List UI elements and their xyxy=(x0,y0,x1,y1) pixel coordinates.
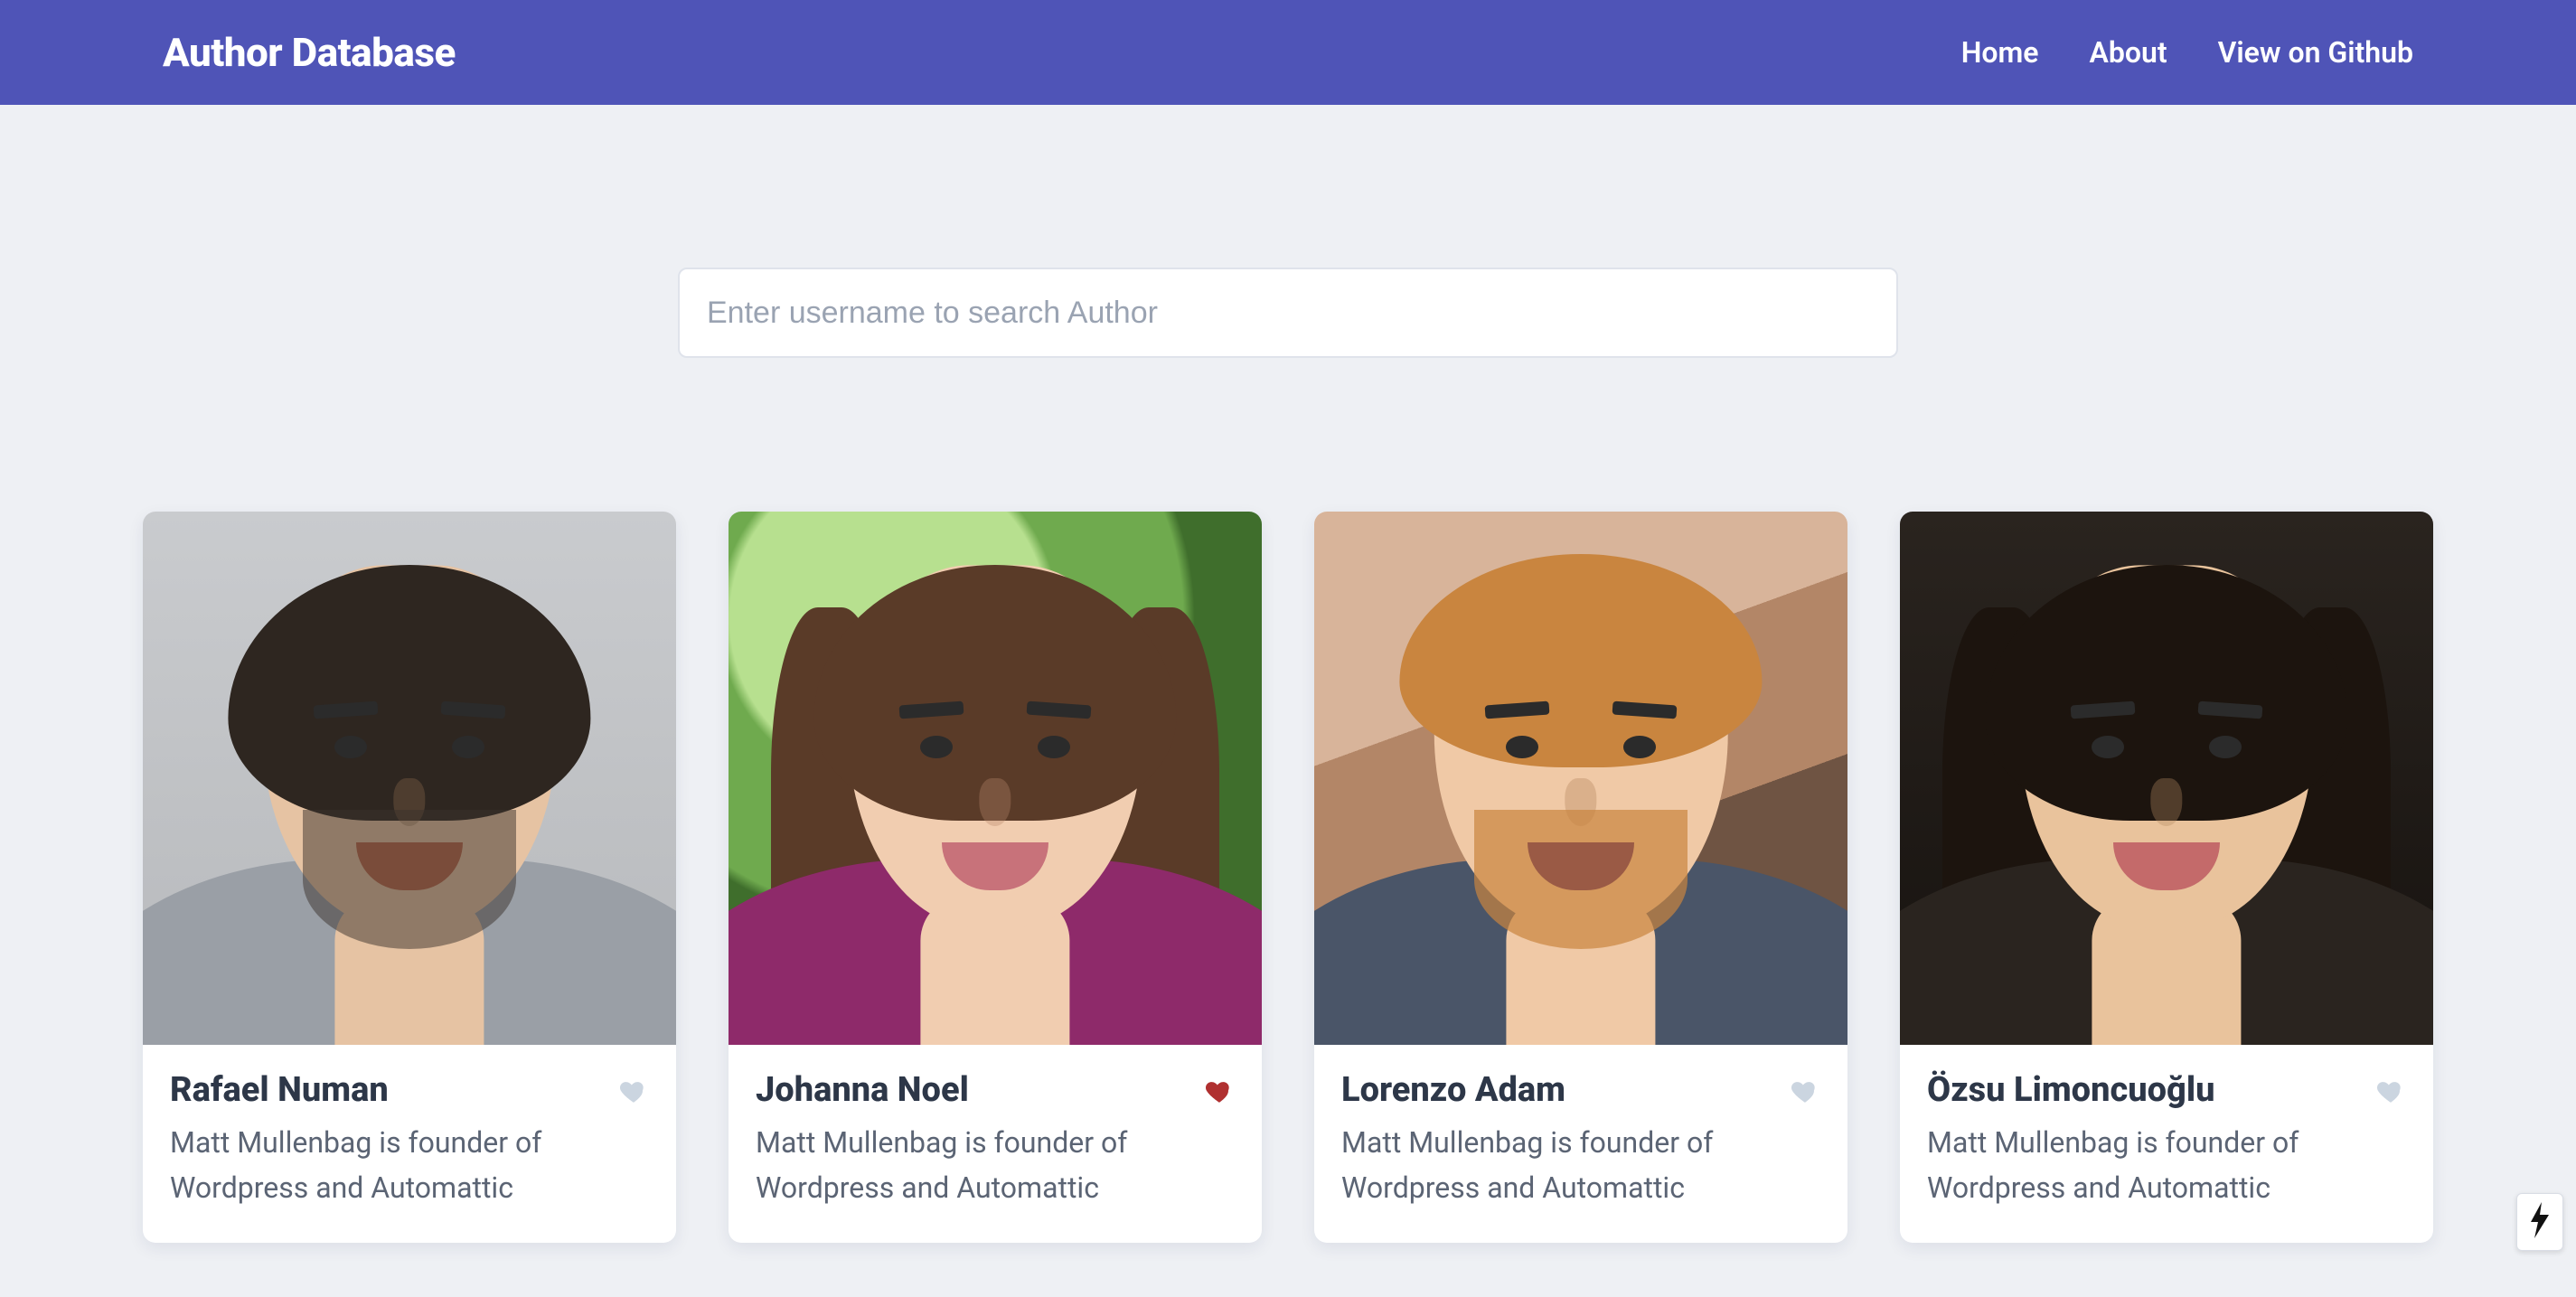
author-desc: Matt Mullenbag is founder of Wordpress a… xyxy=(1341,1121,1820,1210)
heart-icon xyxy=(1204,1076,1235,1106)
author-desc: Matt Mullenbag is founder of Wordpress a… xyxy=(756,1121,1235,1210)
author-name: Johanna Noel xyxy=(756,1070,1235,1110)
author-grid: Rafael Numan Matt Mullenbag is founder o… xyxy=(0,358,2576,1297)
author-name: Lorenzo Adam xyxy=(1341,1070,1820,1110)
navbar: Author Database Home About View on Githu… xyxy=(0,0,2576,105)
author-desc: Matt Mullenbag is founder of Wordpress a… xyxy=(170,1121,649,1210)
author-avatar xyxy=(1900,512,2433,1045)
search-section xyxy=(0,105,2576,358)
author-desc: Matt Mullenbag is founder of Wordpress a… xyxy=(1927,1121,2406,1210)
lightning-icon xyxy=(2528,1202,2552,1242)
author-avatar xyxy=(729,512,1262,1045)
favorite-toggle[interactable] xyxy=(1790,1076,1820,1106)
author-card[interactable]: Johanna Noel Matt Mullenbag is founder o… xyxy=(729,512,1262,1243)
author-name: Rafael Numan xyxy=(170,1070,649,1110)
nav-link-github[interactable]: View on Github xyxy=(2218,35,2413,70)
heart-icon xyxy=(618,1076,649,1106)
favorite-toggle[interactable] xyxy=(2375,1076,2406,1106)
favorite-toggle[interactable] xyxy=(1204,1076,1235,1106)
favorite-toggle[interactable] xyxy=(618,1076,649,1106)
author-avatar xyxy=(143,512,676,1045)
author-avatar xyxy=(1314,512,1847,1045)
flash-button[interactable] xyxy=(2516,1193,2563,1251)
author-card[interactable]: Lorenzo Adam Matt Mullenbag is founder o… xyxy=(1314,512,1847,1243)
author-name: Özsu Limoncuoğlu xyxy=(1927,1070,2406,1110)
nav-links: Home About View on Github xyxy=(1961,35,2413,70)
nav-link-home[interactable]: Home xyxy=(1961,35,2039,70)
nav-link-about[interactable]: About xyxy=(2090,35,2167,70)
author-card[interactable]: Özsu Limoncuoğlu Matt Mullenbag is found… xyxy=(1900,512,2433,1243)
search-input[interactable] xyxy=(678,268,1898,358)
brand-title[interactable]: Author Database xyxy=(163,29,456,76)
heart-icon xyxy=(2375,1076,2406,1106)
author-card[interactable]: Rafael Numan Matt Mullenbag is founder o… xyxy=(143,512,676,1243)
heart-icon xyxy=(1790,1076,1820,1106)
